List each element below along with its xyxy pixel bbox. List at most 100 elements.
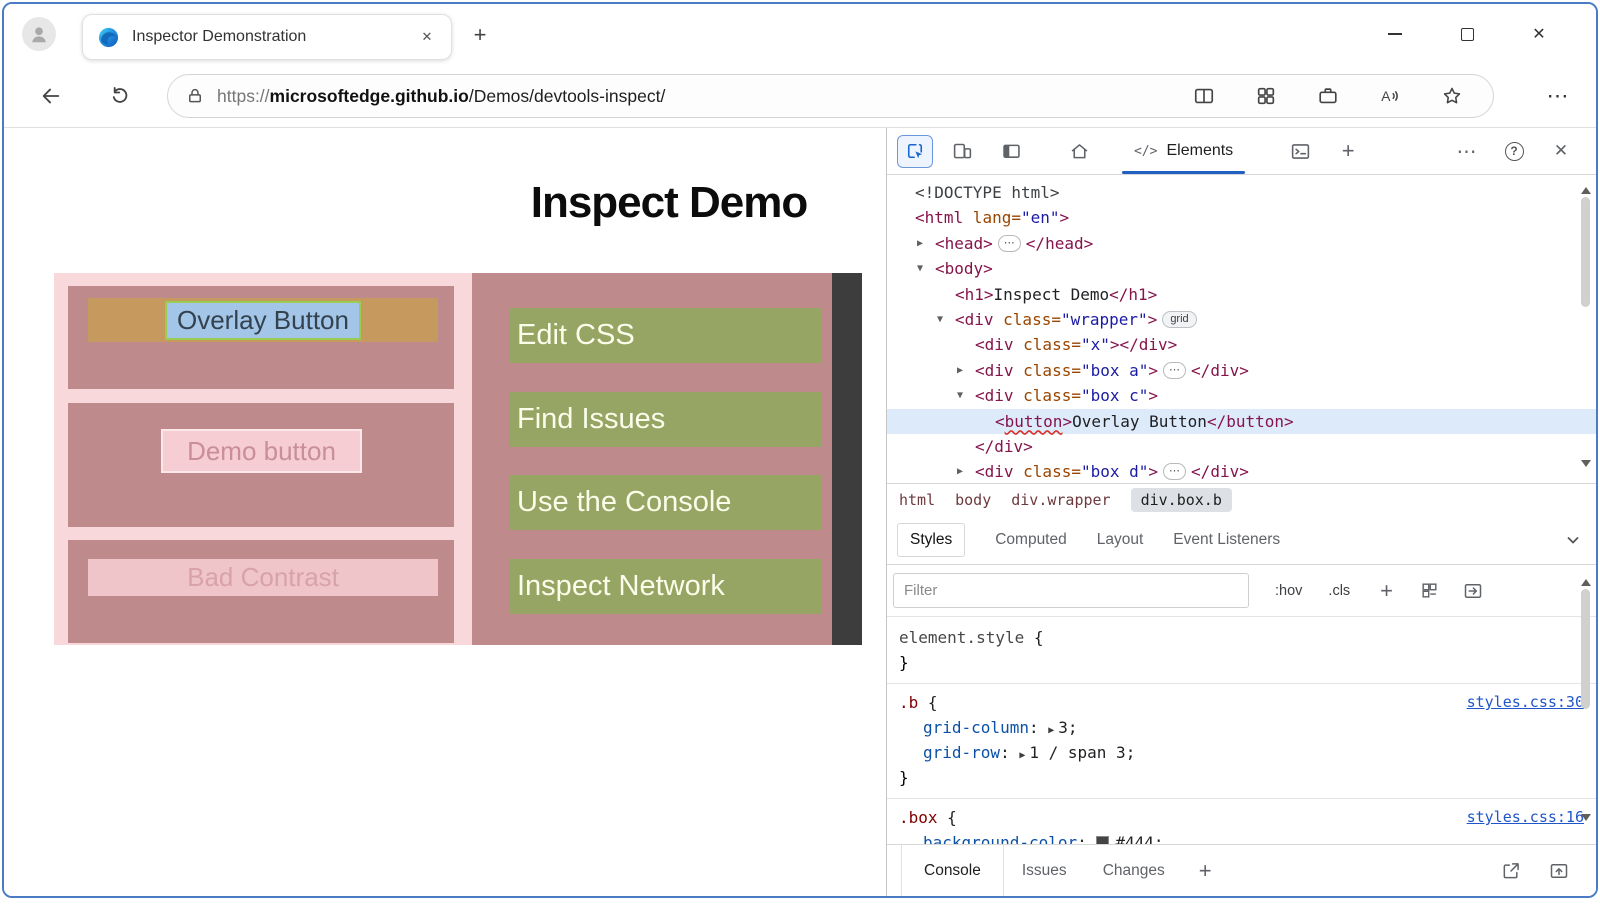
tab-close-icon[interactable]: ✕ [415, 25, 439, 49]
page-nav-button[interactable]: Edit CSS [510, 308, 821, 363]
rule-selector[interactable]: .box [899, 808, 938, 827]
read-aloud-button[interactable]: A [1373, 79, 1407, 113]
css-property-line[interactable]: grid-column: ▶ 3; [899, 715, 1584, 740]
devtools-help-button[interactable]: ? [1499, 136, 1529, 166]
url-text[interactable]: https://microsoftedge.github.io/Demos/de… [217, 86, 665, 107]
scrollbar-thumb[interactable] [1581, 197, 1590, 307]
devtools-more-button[interactable]: ⋯ [1452, 136, 1482, 166]
dom-node[interactable]: </div> [887, 434, 1596, 459]
browser-tab[interactable]: Inspector Demonstration ✕ [82, 14, 452, 60]
dom-scrollbar[interactable] [1578, 183, 1593, 471]
add-drawer-tab-button[interactable]: + [1199, 858, 1212, 884]
workspaces-button[interactable] [1311, 79, 1345, 113]
bad-contrast-button[interactable]: Bad Contrast [88, 559, 438, 596]
toggle-class-button[interactable]: .cls [1328, 583, 1350, 599]
toggle-hover-button[interactable]: :hov [1275, 583, 1302, 599]
dom-node[interactable]: <h1> Inspect Demo </h1> [887, 282, 1596, 307]
inspect-tool-button[interactable] [897, 134, 933, 168]
tree-arrow-icon[interactable]: ▶ [955, 358, 975, 383]
dom-node[interactable]: <html lang= "en" > [887, 205, 1596, 230]
drawer-tab-issues[interactable]: Issues [1004, 845, 1085, 896]
device-toolbar-button[interactable] [947, 136, 977, 166]
demo-button[interactable]: Demo button [161, 429, 362, 473]
grid-badge[interactable]: grid [1162, 311, 1197, 329]
styles-scrollbar[interactable] [1578, 575, 1593, 825]
dom-node[interactable]: < button > Overlay Button </button> [887, 408, 1596, 434]
browser-menu-button[interactable]: ⋯ [1538, 79, 1578, 113]
more-badge[interactable]: ⋯ [1163, 361, 1187, 379]
address-bar[interactable]: https://microsoftedge.github.io/Demos/de… [167, 74, 1494, 118]
tab-elements[interactable]: </> Elements [1116, 128, 1251, 174]
stylesheet-link[interactable]: styles.css:16 [1467, 805, 1584, 830]
page-nav-button[interactable]: Find Issues [510, 392, 821, 447]
styles-filter-input[interactable] [893, 573, 1249, 608]
console-drawer-button[interactable] [1285, 136, 1315, 166]
expand-panel-button[interactable] [1544, 856, 1574, 886]
value-arrow-icon[interactable]: ▶ [1048, 725, 1054, 736]
rule-selector[interactable]: element.style [899, 628, 1024, 647]
back-button[interactable] [34, 79, 68, 113]
page-nav-button[interactable]: Inspect Network [510, 559, 821, 614]
tree-arrow-icon[interactable]: ▼ [915, 256, 935, 281]
css-property-name[interactable]: background-color [923, 833, 1077, 844]
css-property-value[interactable]: 3 [1058, 718, 1068, 737]
element-states-button[interactable] [1415, 577, 1443, 605]
maximize-button[interactable] [1450, 17, 1484, 51]
split-screen-button[interactable] [1187, 79, 1221, 113]
dom-node[interactable]: ▶ <head> ⋯ </head> [887, 231, 1596, 256]
value-arrow-icon[interactable]: ▶ [1019, 750, 1025, 761]
dom-node[interactable]: ▼ <div class= "wrapper" > grid [887, 307, 1596, 332]
tree-arrow-icon[interactable]: ▼ [935, 307, 955, 332]
new-style-rule-button[interactable]: + [1380, 578, 1393, 604]
scroll-up-icon[interactable] [1580, 187, 1591, 194]
tab-event-listeners[interactable]: Event Listeners [1173, 531, 1280, 549]
more-badge[interactable]: ⋯ [997, 234, 1021, 252]
css-property-name[interactable]: grid-column [923, 718, 1029, 737]
dom-node[interactable]: <!DOCTYPE html> [887, 180, 1596, 205]
panel-tabs-chevron-button[interactable] [1566, 535, 1580, 545]
stylesheet-link[interactable]: styles.css:30 [1467, 690, 1584, 715]
tree-arrow-icon[interactable]: ▶ [955, 459, 975, 483]
breadcrumb-item[interactable]: body [955, 491, 991, 509]
profile-avatar[interactable] [22, 17, 56, 51]
overlay-button[interactable]: Overlay Button [88, 298, 438, 342]
dock-panel-button[interactable] [996, 136, 1026, 166]
dom-node[interactable]: ▼ <body> [887, 256, 1596, 281]
scroll-up-icon[interactable] [1580, 579, 1591, 586]
dom-node[interactable]: ▶ <div class= "box d" > ⋯ </div> [887, 459, 1596, 483]
tab-computed[interactable]: Computed [995, 531, 1067, 549]
scrollbar-thumb[interactable] [1581, 589, 1590, 709]
favorites-button[interactable] [1435, 79, 1469, 113]
add-panel-button[interactable]: + [1333, 136, 1363, 166]
rule-selector[interactable]: .b [899, 693, 918, 712]
drawer-tab-changes[interactable]: Changes [1085, 845, 1183, 896]
scroll-down-icon[interactable] [1580, 460, 1591, 467]
tab-layout[interactable]: Layout [1097, 531, 1144, 549]
css-property-value[interactable]: 1 / span 3 [1029, 743, 1125, 762]
tree-arrow-icon[interactable]: ▼ [955, 383, 975, 408]
computed-sidebar-button[interactable] [1459, 577, 1487, 605]
devtools-close-button[interactable]: ✕ [1546, 136, 1576, 166]
css-property-name[interactable]: grid-row [923, 743, 1000, 762]
tree-arrow-icon[interactable]: ▶ [915, 231, 935, 256]
apps-grid-button[interactable] [1249, 79, 1283, 113]
css-property-value[interactable]: #444 [1115, 833, 1154, 844]
tab-styles[interactable]: Styles [897, 523, 966, 557]
refresh-button[interactable] [103, 79, 137, 113]
more-badge[interactable]: ⋯ [1163, 463, 1187, 481]
close-window-button[interactable]: ✕ [1522, 17, 1556, 51]
open-in-new-button[interactable] [1496, 856, 1526, 886]
page-nav-button[interactable]: Use the Console [510, 475, 821, 530]
breadcrumb-item[interactable]: div.box.b [1130, 488, 1232, 512]
css-property-line[interactable]: background-color: #444; [899, 830, 1584, 844]
minimize-button[interactable] [1378, 17, 1412, 51]
breadcrumb-item[interactable]: html [899, 491, 935, 509]
dom-node[interactable]: <div class= "x" ></div> [887, 332, 1596, 357]
lock-icon[interactable] [186, 87, 204, 105]
dom-node[interactable]: ▼ <div class= "box c" > [887, 383, 1596, 408]
dom-node[interactable]: ▶ <div class= "box a" > ⋯ </div> [887, 358, 1596, 383]
new-tab-button[interactable]: + [466, 21, 494, 49]
home-button[interactable] [1064, 136, 1094, 166]
css-property-line[interactable]: grid-row: ▶ 1 / span 3; [899, 740, 1584, 765]
drawer-tab-console[interactable]: Console [901, 845, 1004, 896]
